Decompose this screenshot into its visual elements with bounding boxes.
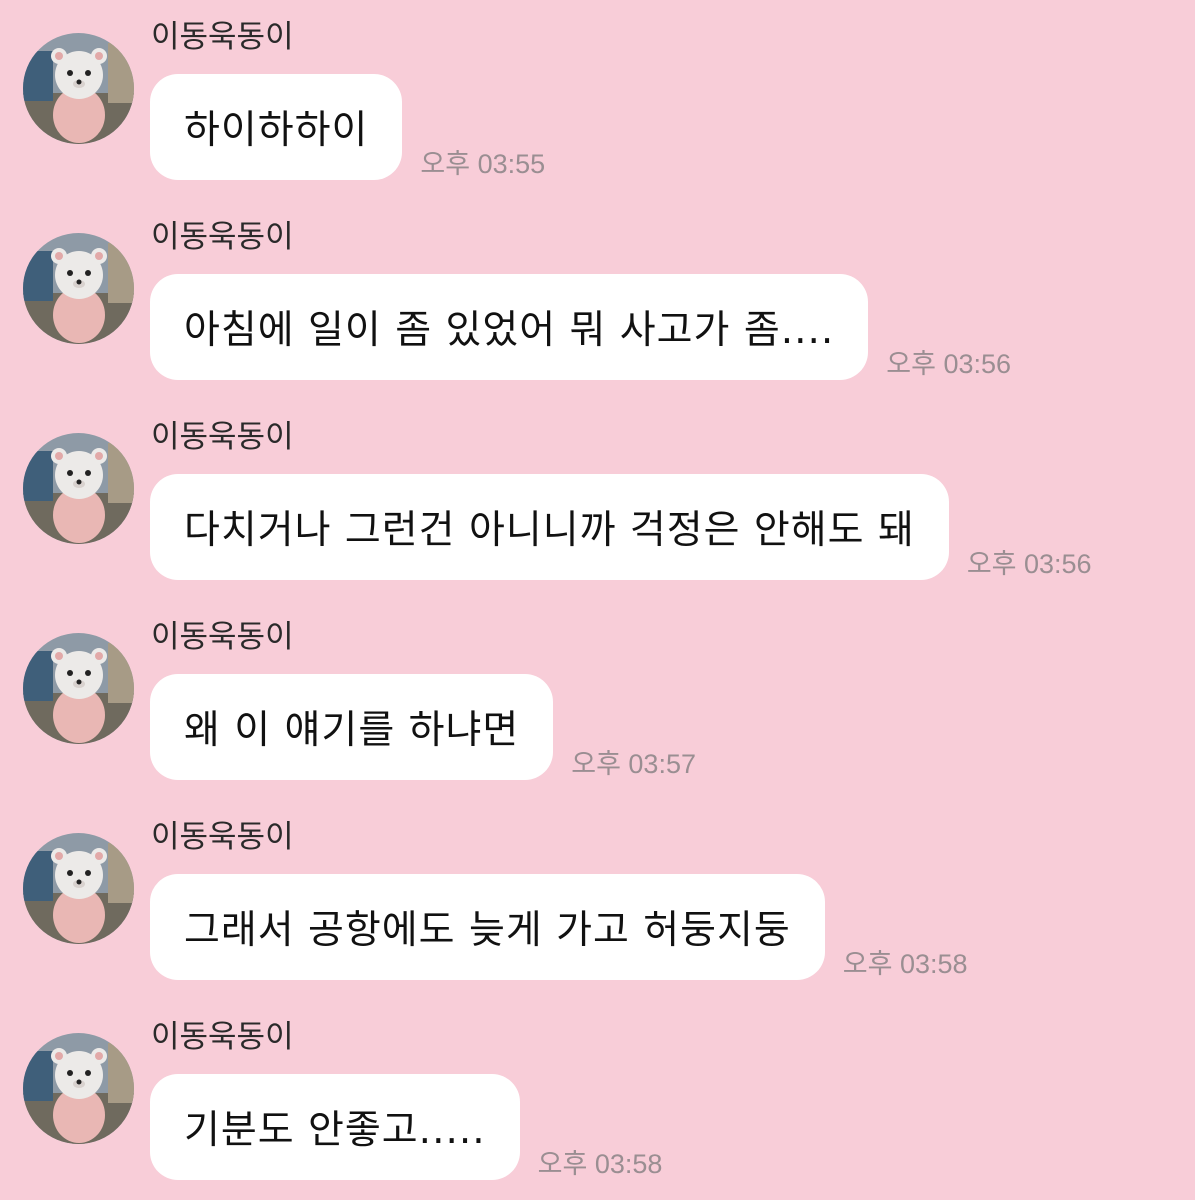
message-timestamp: 오후 03:56	[966, 549, 1092, 579]
sender-name: 이동욱동이	[151, 219, 294, 255]
sender-name: 이동욱동이	[151, 619, 294, 655]
message-timestamp: 오후 03:55	[420, 149, 546, 179]
message-bubble[interactable]: 다치거나 그런건 아니니까 걱정은 안해도 돼	[150, 474, 949, 580]
message-row: 다치거나 그런건 아니니까 걱정은 안해도 돼 오후 03:56	[150, 474, 1092, 580]
message-bubble[interactable]: 하이하하이	[150, 74, 403, 180]
sender-name: 이동욱동이	[151, 419, 294, 455]
bear-plush-avatar-icon[interactable]	[23, 33, 134, 144]
bear-plush-avatar-icon[interactable]	[23, 1033, 134, 1144]
sender-name: 이동욱동이	[151, 819, 294, 855]
message-bubble[interactable]: 기분도 안좋고.....	[150, 1074, 520, 1180]
message-bubble[interactable]: 아침에 일이 좀 있었어 뭐 사고가 좀....	[150, 274, 869, 380]
message-row: 기분도 안좋고..... 오후 03:58	[150, 1074, 662, 1180]
bear-plush-avatar-icon[interactable]	[23, 833, 134, 944]
message-bubble[interactable]: 그래서 공항에도 늦게 가고 허둥지둥	[150, 874, 825, 980]
message-timestamp: 오후 03:58	[842, 949, 968, 979]
sender-name: 이동욱동이	[151, 19, 294, 55]
message-item: 이동욱동이 다치거나 그런건 아니니까 걱정은 안해도 돼 오후 03:56	[0, 400, 1195, 600]
chat-message-list: 이동욱동이 하이하하이 오후 03:55 이동욱동이 아침에 일이 좀 있었어 …	[0, 0, 1195, 1200]
message-item: 이동욱동이 하이하하이 오후 03:55	[0, 0, 1195, 200]
bear-plush-avatar-icon[interactable]	[23, 233, 134, 344]
message-row: 그래서 공항에도 늦게 가고 허둥지둥 오후 03:58	[150, 874, 968, 980]
message-timestamp: 오후 03:56	[886, 349, 1012, 379]
message-item: 이동욱동이 그래서 공항에도 늦게 가고 허둥지둥 오후 03:58	[0, 800, 1195, 1000]
message-timestamp: 오후 03:57	[571, 749, 696, 779]
bear-plush-avatar-icon[interactable]	[23, 633, 134, 744]
message-bubble[interactable]: 왜 이 얘기를 하냐면	[150, 674, 554, 780]
message-item: 이동욱동이 아침에 일이 좀 있었어 뭐 사고가 좀.... 오후 03:56	[0, 200, 1195, 400]
bear-plush-avatar-icon[interactable]	[23, 433, 134, 544]
message-row: 하이하하이 오후 03:55	[150, 74, 545, 180]
message-row: 아침에 일이 좀 있었어 뭐 사고가 좀.... 오후 03:56	[150, 274, 1011, 380]
sender-name: 이동욱동이	[151, 1019, 294, 1055]
message-row: 왜 이 얘기를 하냐면 오후 03:57	[150, 674, 696, 780]
message-timestamp: 오후 03:58	[537, 1149, 663, 1179]
message-item: 이동욱동이 기분도 안좋고..... 오후 03:58	[0, 1000, 1195, 1200]
message-item: 이동욱동이 왜 이 얘기를 하냐면 오후 03:57	[0, 600, 1195, 800]
